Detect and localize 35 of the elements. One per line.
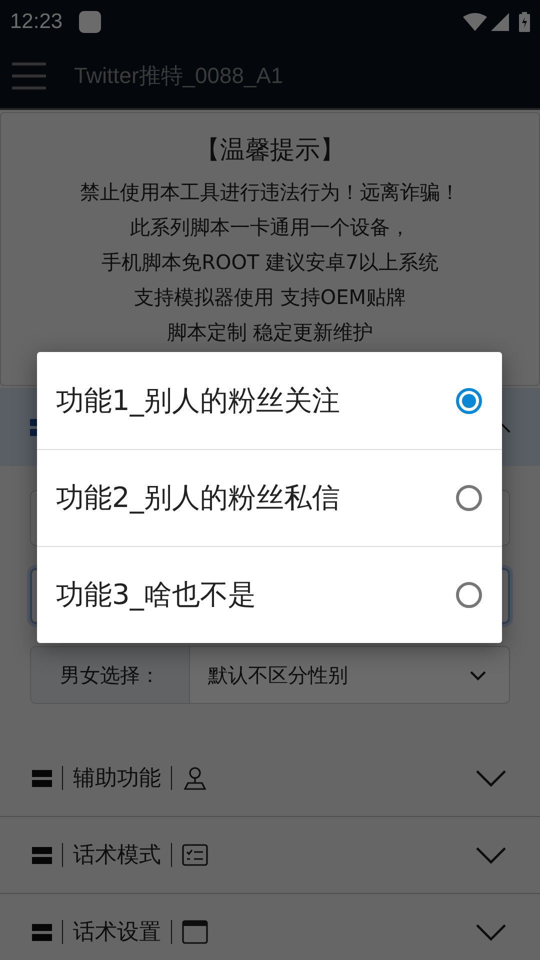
- radio-button[interactable]: [456, 388, 482, 414]
- status-time: 12:23: [10, 10, 63, 34]
- section-row[interactable]: 话术模式: [0, 817, 540, 894]
- notice-text: 此系列脚本一卡通用一个设备，: [130, 214, 410, 241]
- section-icon: [32, 922, 52, 942]
- dialog-option[interactable]: 功能1_别人的粉丝关注: [37, 352, 502, 449]
- section-row[interactable]: 话术设置: [0, 894, 540, 960]
- chevron-icon: [469, 670, 487, 680]
- option-label: 功能2_别人的粉丝私信: [56, 480, 340, 516]
- signal-icon: [491, 13, 509, 31]
- notice-text: 手机脚本免ROOT 建议安卓7以上系统: [102, 249, 438, 276]
- section-title: 辅助功能: [73, 765, 161, 793]
- section-icon: [32, 768, 52, 788]
- select-value: 默认不区分性别: [207, 662, 349, 688]
- notification-icon: [78, 11, 101, 33]
- notice-text: 禁止使用本工具进行违法行为！远离诈骗！: [80, 179, 460, 206]
- battery-icon: [519, 12, 530, 32]
- section-title: 话术模式: [73, 842, 161, 870]
- section-icon: [32, 845, 52, 865]
- wifi-icon: [463, 13, 487, 31]
- dialog-option[interactable]: 功能2_别人的粉丝私信: [37, 449, 502, 546]
- option-label: 功能1_别人的粉丝关注: [56, 382, 340, 419]
- radio-button[interactable]: [456, 485, 482, 511]
- dialog-option[interactable]: 功能3_啥也不是: [37, 546, 502, 643]
- select-label: 男女选择：: [31, 647, 190, 703]
- section-row[interactable]: 辅助功能: [0, 740, 540, 817]
- checklist-icon: [182, 844, 208, 866]
- radio-button[interactable]: [456, 582, 482, 608]
- notice-text: 脚本定制 稳定更新维护: [166, 319, 374, 346]
- section-title: 话术设置: [73, 919, 161, 947]
- window-icon: [182, 920, 208, 944]
- notice-text: 支持模拟器使用 支持OEM贴牌: [134, 284, 406, 311]
- notice-title: 【温馨提示】: [195, 134, 345, 166]
- gender-select[interactable]: 男女选择： 默认不区分性别: [30, 646, 510, 704]
- option-label: 功能3_啥也不是: [56, 577, 256, 613]
